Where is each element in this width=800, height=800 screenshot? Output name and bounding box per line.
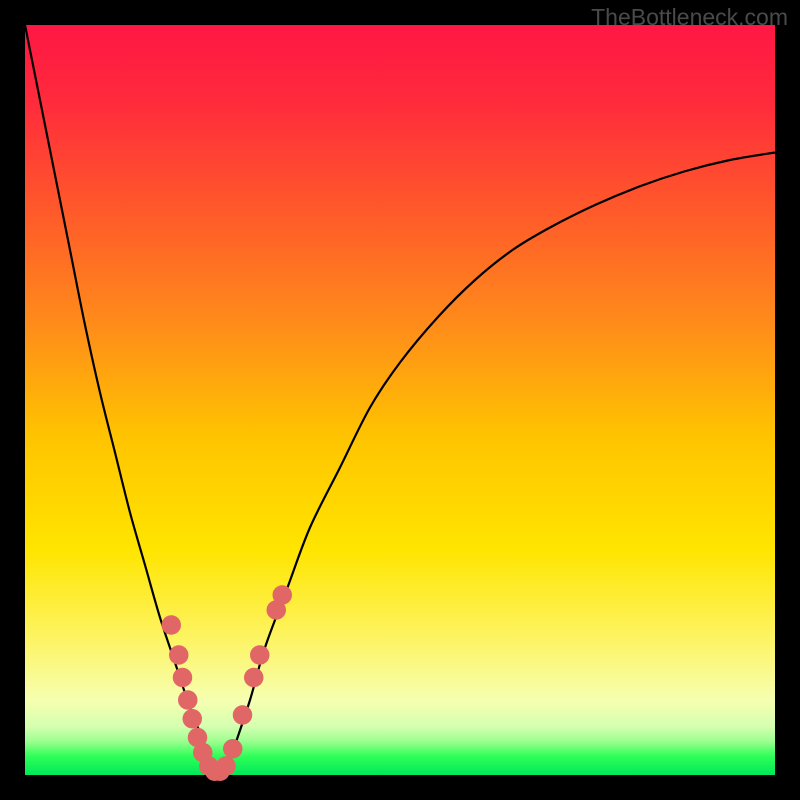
curve-marker <box>233 705 253 725</box>
curve-marker <box>273 585 293 605</box>
curve-marker <box>216 756 236 776</box>
curve-marker <box>169 645 189 665</box>
curve-marker <box>178 690 198 710</box>
chart-frame: TheBottleneck.com <box>0 0 800 800</box>
curve-marker <box>223 739 243 759</box>
curve-marker <box>250 645 270 665</box>
curve-marker <box>173 668 193 688</box>
bottleneck-curve <box>25 25 775 775</box>
curve-marker <box>244 668 264 688</box>
curve-marker <box>162 615 182 635</box>
curve-marker <box>183 709 203 729</box>
chart-svg <box>25 25 775 775</box>
